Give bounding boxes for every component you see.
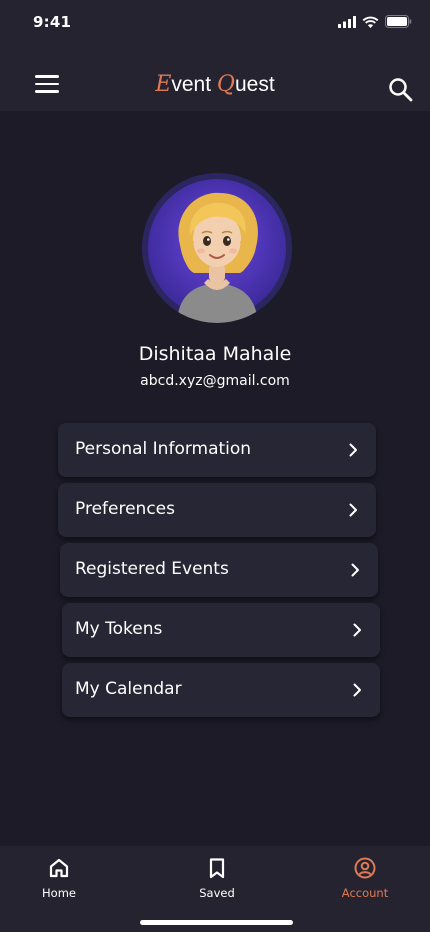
wifi-icon — [362, 16, 379, 28]
chevron-right-icon — [353, 623, 361, 637]
chevron-right-icon — [353, 683, 361, 697]
search-icon[interactable] — [388, 77, 414, 103]
menu-item-personal-information[interactable]: Personal Information — [58, 423, 376, 477]
chevron-right-icon — [349, 443, 357, 457]
menu-item-label: Preferences — [75, 499, 175, 519]
nav-item-saved[interactable]: Saved — [177, 857, 257, 900]
title-initial-q: Q — [216, 72, 235, 97]
user-email: abcd.xyz@gmail.com — [140, 373, 290, 389]
menu-item-label: My Calendar — [75, 679, 182, 699]
menu-item-my-calendar[interactable]: My Calendar — [62, 663, 380, 717]
chevron-right-icon — [351, 563, 359, 577]
status-time: 9:41 — [33, 13, 72, 31]
user-name: Dishitaa Mahale — [138, 343, 292, 365]
menu-item-label: Personal Information — [75, 439, 252, 459]
home-icon — [49, 858, 69, 878]
app-title: Event Quest — [0, 72, 430, 97]
title-word-vent: vent — [171, 73, 212, 96]
menu-item-my-tokens[interactable]: My Tokens — [62, 603, 380, 657]
battery-icon — [385, 15, 412, 28]
home-indicator[interactable] — [140, 920, 293, 925]
account-icon — [354, 857, 376, 879]
cellular-signal-icon — [338, 15, 356, 28]
chevron-right-icon — [349, 503, 357, 517]
nav-item-account[interactable]: Account — [325, 857, 405, 900]
nav-item-home[interactable]: Home — [19, 857, 99, 900]
app-header: Event Quest — [0, 58, 430, 111]
status-icons — [338, 15, 412, 28]
menu-item-preferences[interactable]: Preferences — [58, 483, 376, 537]
menu-item-label: Registered Events — [75, 559, 229, 579]
avatar[interactable] — [142, 173, 292, 323]
nav-label-account: Account — [341, 886, 389, 900]
avatar-image — [142, 173, 292, 323]
bookmark-icon — [209, 858, 225, 879]
menu-item-registered-events[interactable]: Registered Events — [60, 543, 378, 597]
title-word-uest: uest — [234, 73, 275, 96]
menu-item-label: My Tokens — [75, 619, 163, 639]
nav-label-saved: Saved — [199, 886, 235, 900]
nav-label-home: Home — [42, 886, 76, 900]
title-initial-e: E — [155, 72, 172, 97]
status-bar: 9:41 — [0, 0, 430, 58]
